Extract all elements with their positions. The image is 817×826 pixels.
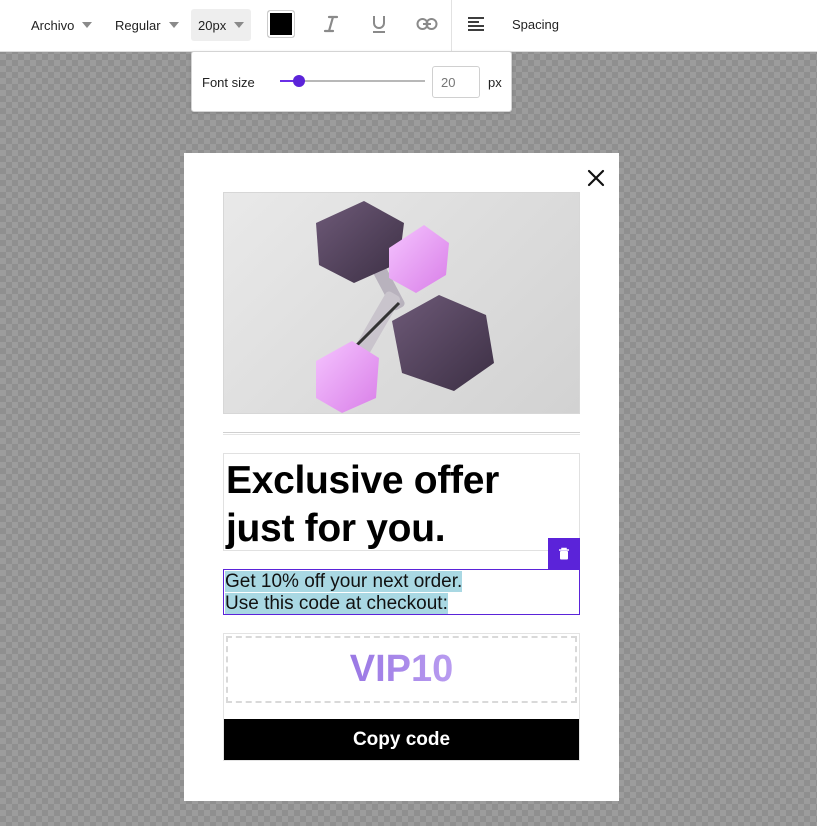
font-weight-dropdown[interactable]: Regular — [115, 9, 179, 41]
font-size-input[interactable] — [432, 66, 480, 98]
font-size-slider[interactable] — [280, 75, 425, 87]
slider-thumb[interactable] — [292, 75, 305, 87]
font-size-value: 20px — [198, 17, 227, 33]
font-weight-value: Regular — [115, 17, 161, 33]
italic-icon[interactable] — [319, 12, 343, 36]
headline: Exclusive offer just for you. — [226, 457, 499, 553]
underline-icon[interactable] — [367, 12, 391, 36]
font-size-unit: px — [488, 75, 502, 90]
trash-icon — [559, 547, 569, 560]
popup-modal: Exclusive offer just for you. Get 10% of… — [184, 153, 619, 801]
font-size-dropdown[interactable]: 20px — [191, 9, 251, 41]
copy-code-button[interactable]: Copy code — [224, 719, 579, 760]
coupon-block[interactable]: VIP10 Copy code — [223, 633, 580, 761]
align-left-icon[interactable] — [464, 12, 488, 36]
chevron-down-icon — [168, 22, 179, 28]
body-line-2: Use this code at checkout: — [225, 593, 448, 614]
body-line-1: Get 10% off your next order. — [225, 571, 463, 592]
headline-block[interactable]: Exclusive offer just for you. — [223, 453, 580, 551]
body-text[interactable]: Get 10% off your next order. Use this co… — [225, 571, 463, 615]
toolbar-divider — [451, 0, 452, 52]
close-icon[interactable] — [585, 167, 607, 189]
font-family-dropdown[interactable]: Archivo — [31, 9, 93, 41]
body-text-block[interactable]: Get 10% off your next order. Use this co… — [223, 569, 580, 615]
coupon-code-box: VIP10 — [226, 636, 577, 703]
font-size-popover: Font size px — [191, 51, 512, 112]
coupon-code: VIP10 — [349, 648, 454, 690]
headline-line-1: Exclusive offer — [226, 459, 499, 502]
headline-line-2: just for you. — [226, 507, 446, 550]
chevron-down-icon — [82, 22, 93, 28]
link-icon[interactable] — [415, 12, 439, 36]
chevron-down-icon — [234, 22, 245, 28]
font-family-value: Archivo — [31, 17, 75, 33]
spacing-button[interactable]: Spacing — [512, 17, 559, 32]
font-size-label: Font size — [202, 75, 255, 90]
text-color-swatch[interactable] — [267, 10, 295, 38]
divider-line — [223, 432, 580, 435]
delete-block-button[interactable] — [548, 538, 580, 569]
dumbbells-image — [223, 192, 580, 414]
text-toolbar: Archivo Regular 20px Spacing — [0, 0, 817, 52]
